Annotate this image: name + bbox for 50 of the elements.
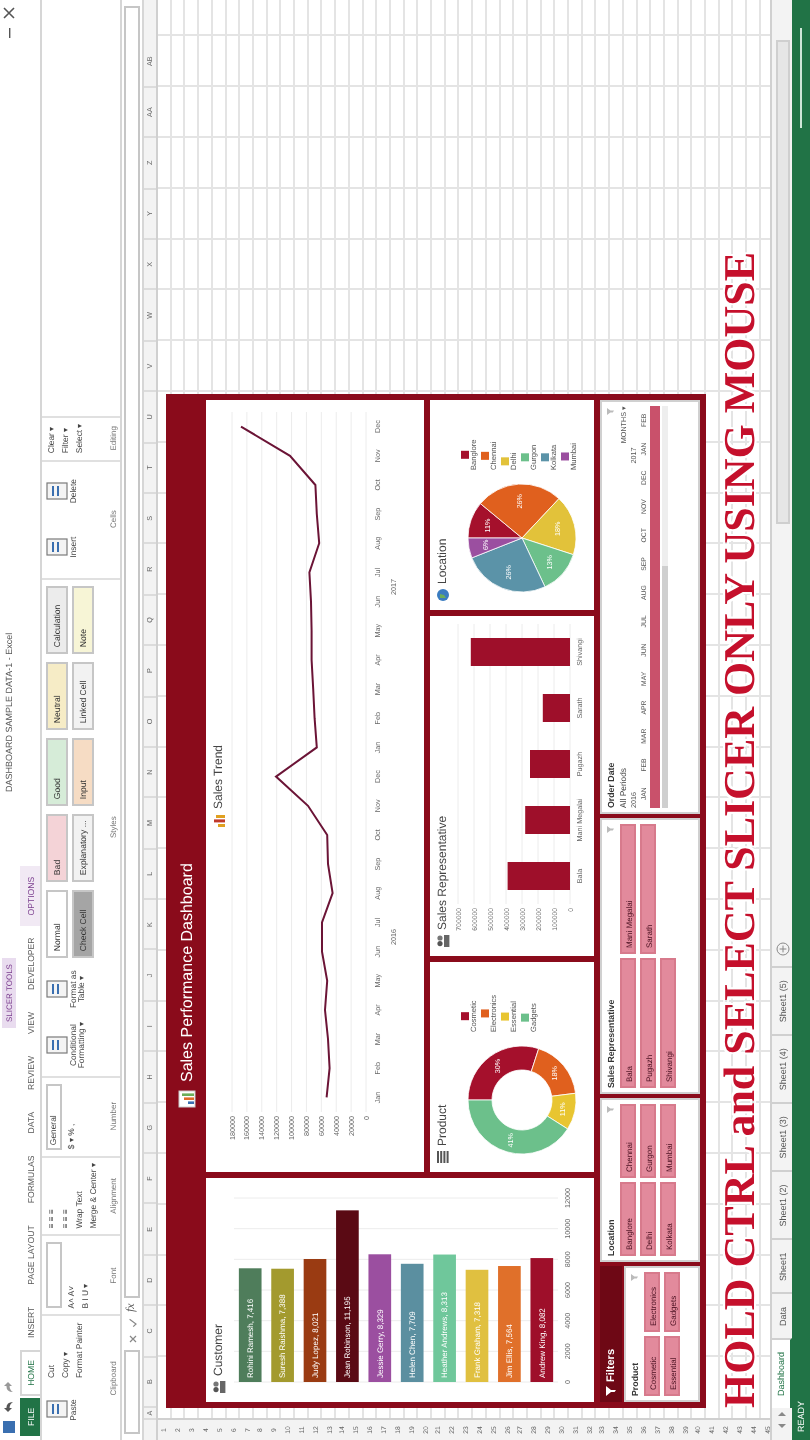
list-icon xyxy=(436,1150,451,1164)
bar xyxy=(368,1254,392,1382)
clear-filter-icon[interactable] xyxy=(606,824,617,834)
legend-swatch xyxy=(501,457,510,466)
people-icon xyxy=(436,934,451,948)
close-icon[interactable] xyxy=(2,6,17,20)
dropdown-field[interactable] xyxy=(45,1242,62,1309)
undo-icon[interactable] xyxy=(2,1400,17,1414)
bar xyxy=(525,806,571,834)
legend-swatch xyxy=(461,1012,470,1021)
formula-field[interactable] xyxy=(124,6,141,1298)
bar xyxy=(530,1258,554,1382)
bar xyxy=(400,1263,424,1382)
scrollbar[interactable] xyxy=(775,40,790,524)
chart-icon xyxy=(212,813,227,828)
caption-text: HOLD CTRL and SELECT SLICER ONLY USING MOUSE xyxy=(714,251,767,1408)
globe-icon xyxy=(436,588,451,602)
legend-swatch xyxy=(521,1013,530,1022)
bar xyxy=(507,862,571,890)
redo-icon[interactable] xyxy=(2,1380,17,1394)
legend-swatch xyxy=(541,453,550,462)
bar xyxy=(303,1259,327,1382)
people-icon xyxy=(212,1380,227,1394)
filter-icon xyxy=(606,1386,617,1396)
cancel-icon[interactable] xyxy=(127,1334,138,1344)
legend-swatch xyxy=(481,451,490,460)
bar xyxy=(465,1269,489,1382)
legend-swatch xyxy=(521,453,530,462)
legend-swatch xyxy=(461,450,470,459)
bar xyxy=(498,1266,521,1382)
chart-icon xyxy=(177,1090,196,1108)
clear-filter-icon[interactable] xyxy=(606,406,617,416)
legend-swatch xyxy=(501,1012,510,1021)
clear-filter-icon[interactable] xyxy=(606,1104,617,1114)
legend-swatch xyxy=(481,1009,490,1018)
bar xyxy=(433,1254,457,1382)
name-box[interactable] xyxy=(124,1350,141,1434)
bar xyxy=(271,1268,295,1382)
bar xyxy=(542,694,571,722)
bar xyxy=(530,750,571,778)
save-icon[interactable] xyxy=(2,1420,17,1434)
bar xyxy=(470,638,571,666)
timeline-selection[interactable] xyxy=(650,406,661,808)
add-sheet-icon[interactable] xyxy=(775,942,790,957)
check-icon[interactable] xyxy=(127,1318,138,1328)
clear-filter-icon[interactable] xyxy=(630,1272,641,1282)
dashboard-title: Sales Performance Dashboard xyxy=(177,863,196,1082)
bar xyxy=(238,1268,262,1382)
scrollbar[interactable] xyxy=(662,406,669,808)
legend-swatch xyxy=(561,452,570,461)
